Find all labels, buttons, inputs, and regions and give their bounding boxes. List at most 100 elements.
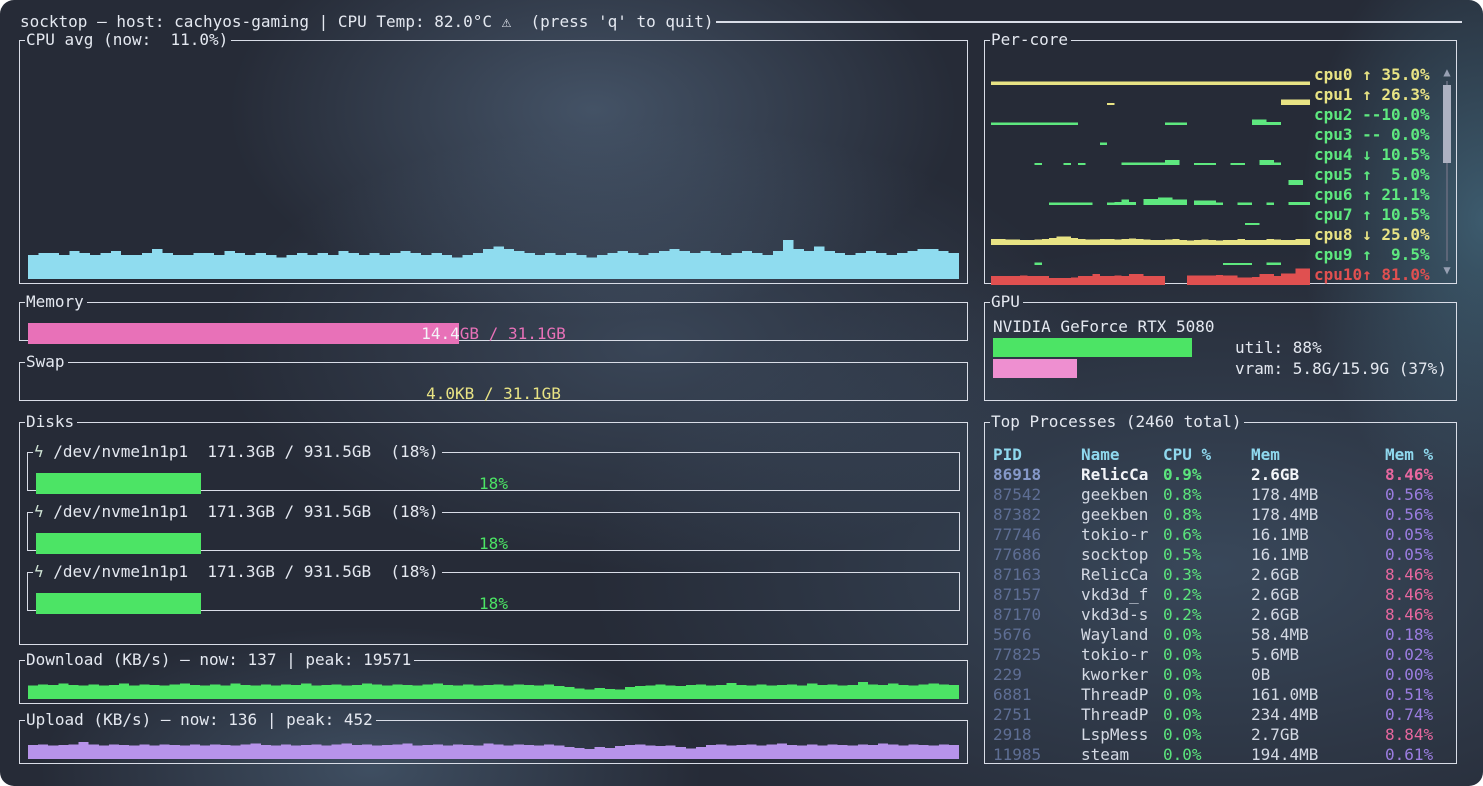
process-row[interactable]: 86918 RelicCa 0.9% 2.6GB 8.46%	[993, 465, 1450, 485]
process-pid: 87542	[993, 485, 1081, 505]
col-memp: Mem %	[1385, 445, 1450, 465]
scroll-up-icon[interactable]: ▲	[1441, 65, 1453, 79]
flash-icon: ϟ	[34, 562, 44, 581]
scroll-track[interactable]	[1446, 81, 1448, 261]
process-mem: 2.6GB	[1251, 585, 1385, 605]
process-pid: 77746	[993, 525, 1081, 545]
process-name: RelicCa	[1081, 565, 1163, 585]
process-name: Wayland	[1081, 625, 1163, 645]
col-cpu: CPU %	[1163, 445, 1251, 465]
core-value: 21.1%	[1381, 185, 1429, 205]
process-mem: 5.6MB	[1251, 645, 1385, 665]
process-row[interactable]: 87163 RelicCa 0.3% 2.6GB 8.46%	[993, 565, 1450, 585]
process-cpu: 0.2%	[1163, 585, 1251, 605]
process-mem-percent: 0.18%	[1385, 625, 1450, 645]
process-name: ThreadP	[1081, 685, 1163, 705]
titlebar: socktop — host: cachyos-gaming | CPU Tem…	[20, 12, 1462, 32]
core-value: 10.0%	[1381, 105, 1429, 125]
process-row[interactable]: 77746 tokio-r 0.6% 16.1MB 0.05%	[993, 525, 1450, 545]
core-name: cpu4	[1314, 145, 1362, 165]
core-row: cpu10↑81.0%	[991, 265, 1432, 285]
process-name: steam	[1081, 745, 1163, 765]
process-row[interactable]: 87157 vkd3d_f 0.2% 2.6GB 8.46%	[993, 585, 1450, 605]
process-row[interactable]: 2751 ThreadP 0.0% 234.4MB 0.74%	[993, 705, 1450, 725]
process-pid: 6881	[993, 685, 1081, 705]
flash-icon: ϟ	[34, 442, 44, 461]
process-row[interactable]: 2918 LspMess 0.0% 2.7GB 8.84%	[993, 725, 1450, 745]
download-title: Download (KB/s) — now: 137 | peak: 19571	[25, 653, 414, 667]
core-name: cpu8	[1314, 225, 1362, 245]
process-row[interactable]: 87170 vkd3d-s 0.2% 2.6GB 8.46%	[993, 605, 1450, 625]
scrollbar[interactable]: ▲ ▼	[1441, 65, 1453, 277]
process-name: RelicCa	[1081, 465, 1163, 485]
panel-memory: Memory 14.4GB / 31.1GB	[19, 295, 968, 341]
panel-download: Download (KB/s) — now: 137 | peak: 19571	[19, 653, 968, 704]
memory-gauge: 14.4GB / 31.1GB	[28, 323, 959, 344]
process-row[interactable]: 77825 tokio-r 0.0% 5.6MB 0.02%	[993, 645, 1450, 665]
process-mem-percent: 8.46%	[1385, 465, 1450, 485]
process-mem-percent: 0.61%	[1385, 745, 1450, 765]
process-cpu: 0.8%	[1163, 505, 1251, 525]
process-name: socktop	[1081, 545, 1163, 565]
process-cpu: 0.3%	[1163, 565, 1251, 585]
process-pid: 87382	[993, 505, 1081, 525]
core-name: cpu7	[1314, 205, 1362, 225]
core-label: cpu6↑21.1%	[1314, 185, 1432, 205]
core-sparkline	[991, 125, 1310, 145]
process-row[interactable]: 87542 geekben 0.8% 178.4MB 0.56%	[993, 485, 1450, 505]
process-mem: 0B	[1251, 665, 1385, 685]
disks-title: Disks	[25, 415, 77, 429]
process-row[interactable]: 6881 ThreadP 0.0% 161.0MB 0.51%	[993, 685, 1450, 705]
scroll-thumb[interactable]	[1443, 85, 1451, 163]
panel-disks: Disks ϟ /dev/nvme1n1p1 171.3GB / 931.5GB…	[19, 415, 968, 645]
gpu-util-row: util: 88%	[993, 337, 1448, 358]
core-label: cpu5↑5.0%	[1314, 165, 1432, 185]
process-row[interactable]: 77686 socktop 0.5% 16.1MB 0.05%	[993, 545, 1450, 565]
core-label: cpu1↑26.3%	[1314, 85, 1432, 105]
download-sparkline	[28, 682, 959, 699]
core-trend-icon: --	[1362, 125, 1381, 145]
panel-per-core: Per-core cpu0↑35.0% cpu1↑26.3% cpu2--10.…	[984, 33, 1457, 284]
core-row: cpu7↑10.5%	[991, 205, 1432, 225]
memory-total: GB / 31.1GB	[460, 324, 566, 344]
process-cpu: 0.0%	[1163, 625, 1251, 645]
process-name: tokio-r	[1081, 645, 1163, 665]
process-mem: 2.6GB	[1251, 565, 1385, 585]
core-trend-icon: ↑	[1362, 85, 1381, 105]
disk-percent-label: 18%	[36, 593, 951, 614]
process-cpu: 0.5%	[1163, 545, 1251, 565]
process-mem: 2.6GB	[1251, 605, 1385, 625]
process-name: ThreadP	[1081, 705, 1163, 725]
core-sparkline	[991, 65, 1310, 85]
process-mem: 234.4MB	[1251, 705, 1385, 725]
cpu-avg-sparkline	[28, 63, 959, 279]
process-row[interactable]: 87382 geekben 0.8% 178.4MB 0.56%	[993, 505, 1450, 525]
gpu-vram-label: vram: 5.8G/15.9G (37%)	[1235, 359, 1447, 379]
process-mem: 2.7GB	[1251, 725, 1385, 745]
core-value: 0.0%	[1381, 125, 1429, 145]
process-row[interactable]: 11985 steam 0.0% 194.4MB 0.61%	[993, 745, 1450, 765]
gpu-vram-gauge	[993, 359, 1219, 378]
disk-title: /dev/nvme1n1p1 171.3GB / 931.5GB (18%)	[44, 442, 439, 461]
process-mem-percent: 0.05%	[1385, 525, 1450, 545]
core-trend-icon: --	[1362, 105, 1381, 125]
disk-subpanel: ϟ /dev/nvme1n1p1 171.3GB / 931.5GB (18%)…	[27, 445, 960, 491]
process-cpu: 0.0%	[1163, 665, 1251, 685]
scroll-down-icon[interactable]: ▼	[1441, 263, 1453, 277]
process-name: vkd3d_f	[1081, 585, 1163, 605]
core-row: cpu6↑21.1%	[991, 185, 1432, 205]
process-mem: 2.6GB	[1251, 465, 1385, 485]
swap-label: 4.0KB / 31.1GB	[28, 383, 959, 404]
core-name: cpu2	[1314, 105, 1362, 125]
processes-title: Top Processes (2460 total)	[990, 415, 1244, 429]
core-label: cpu7↑10.5%	[1314, 205, 1432, 225]
process-mem-percent: 8.46%	[1385, 605, 1450, 625]
core-row: cpu0↑35.0%	[991, 65, 1432, 85]
process-row[interactable]: 5676 Wayland 0.0% 58.4MB 0.18%	[993, 625, 1450, 645]
process-name: vkd3d-s	[1081, 605, 1163, 625]
core-trend-icon: ↑	[1362, 65, 1381, 85]
process-row[interactable]: 229 kworker 0.0% 0B 0.00%	[993, 665, 1450, 685]
core-rows: cpu0↑35.0% cpu1↑26.3% cpu2--10.0% cpu3--…	[991, 65, 1432, 277]
process-cpu: 0.0%	[1163, 705, 1251, 725]
panel-cpu-avg: CPU avg (now: 11.0%)	[19, 33, 968, 284]
